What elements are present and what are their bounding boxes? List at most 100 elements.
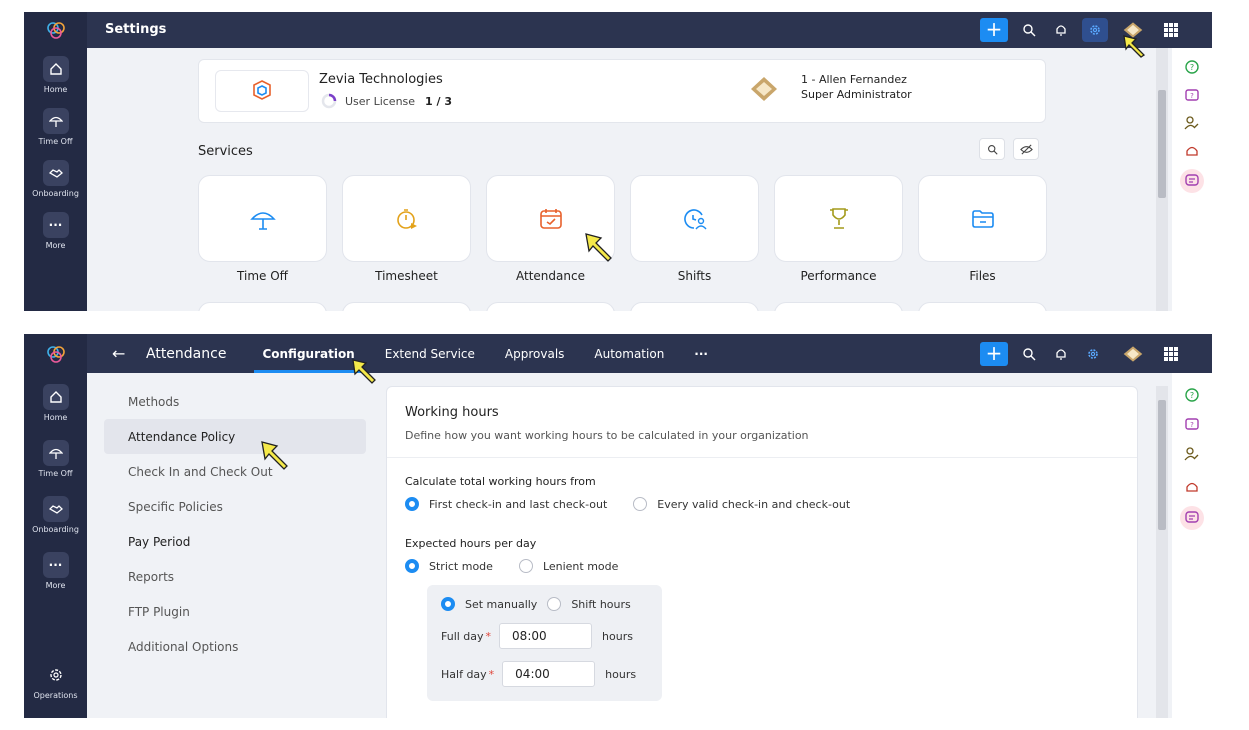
settings-screenshot: Home Time Off Onboarding ··· More Settin… bbox=[24, 12, 1212, 311]
service-tile[interactable] bbox=[918, 302, 1047, 311]
more-dots-icon: ··· bbox=[42, 212, 69, 238]
rail-item-time-off[interactable]: Time Off bbox=[24, 108, 87, 146]
add-button[interactable]: + bbox=[980, 18, 1008, 42]
radio-lenient-mode[interactable] bbox=[518, 559, 533, 573]
license-count: 1 / 3 bbox=[425, 94, 453, 108]
rail-item-time-off[interactable]: Time Off bbox=[24, 440, 87, 478]
clock-user-icon bbox=[683, 208, 707, 229]
working-hours-card: Working hours Define how you want workin… bbox=[386, 386, 1138, 718]
tab-approvals[interactable]: Approvals bbox=[505, 334, 565, 373]
faq-icon[interactable]: ? bbox=[1182, 85, 1202, 105]
expected-label: Expected hours per day bbox=[405, 537, 537, 550]
gear-icon[interactable] bbox=[1082, 343, 1104, 365]
rail-item-operations[interactable]: Operations bbox=[24, 662, 87, 700]
menu-item-specific-policies[interactable]: Specific Policies bbox=[104, 489, 366, 524]
help-icon[interactable]: ? bbox=[1182, 385, 1202, 405]
full-day-input[interactable]: 08:00 bbox=[499, 623, 593, 649]
section-title: Working hours bbox=[405, 405, 499, 420]
calc-options: First check-in and last check-out Every … bbox=[405, 497, 850, 511]
company-logo-icon[interactable] bbox=[1122, 343, 1144, 365]
menu-item-attendance-policy[interactable]: Attendance Policy bbox=[104, 419, 366, 454]
left-rail: Home Time Off Onboarding ··· More bbox=[24, 12, 87, 311]
services-heading: Services bbox=[198, 144, 253, 159]
radio-shift-hours[interactable] bbox=[547, 597, 562, 611]
operations-icon bbox=[43, 662, 69, 688]
bell-icon[interactable] bbox=[1050, 343, 1072, 365]
menu-item-methods[interactable]: Methods bbox=[104, 384, 366, 419]
service-tile-timesheet[interactable] bbox=[342, 175, 471, 262]
more-tabs-icon[interactable]: ··· bbox=[694, 334, 708, 373]
service-tile[interactable] bbox=[774, 302, 903, 311]
svg-text:?: ? bbox=[1190, 391, 1194, 400]
half-day-row: Half day * 04:00 hours bbox=[441, 661, 636, 687]
svg-text:?: ? bbox=[1190, 421, 1194, 429]
menu-item-check-in-out[interactable]: Check In and Check Out bbox=[104, 454, 366, 489]
divider bbox=[387, 457, 1137, 458]
rail-label: Onboarding bbox=[32, 189, 79, 198]
faq-icon[interactable]: ? bbox=[1182, 414, 1202, 434]
service-tile-shifts[interactable] bbox=[630, 175, 759, 262]
service-tile[interactable] bbox=[342, 302, 471, 311]
rail-item-home[interactable]: Home bbox=[24, 384, 87, 422]
search-icon[interactable] bbox=[979, 138, 1005, 160]
add-button[interactable]: + bbox=[980, 341, 1008, 366]
service-tile-time-off[interactable] bbox=[198, 175, 327, 262]
cursor-arrow-icon bbox=[1123, 35, 1146, 58]
scrollbar-thumb[interactable] bbox=[1158, 400, 1166, 530]
mode-options: Strict mode Lenient mode bbox=[405, 559, 618, 573]
chat-icon[interactable] bbox=[1180, 506, 1204, 530]
hours-source-options: Set manually Shift hours bbox=[441, 597, 631, 611]
handshake-icon bbox=[42, 160, 69, 186]
help-icon[interactable]: ? bbox=[1182, 57, 1202, 77]
hide-services-icon[interactable] bbox=[1013, 138, 1039, 160]
rail-item-home[interactable]: Home bbox=[24, 56, 87, 94]
radio-label: First check-in and last check-out bbox=[429, 497, 608, 511]
scrollbar[interactable] bbox=[1156, 48, 1168, 311]
radio-first-last[interactable] bbox=[405, 497, 419, 511]
radio-label: Every valid check-in and check-out bbox=[657, 497, 851, 511]
app-logo-icon[interactable] bbox=[24, 12, 87, 48]
menu-item-reports[interactable]: Reports bbox=[104, 559, 366, 594]
half-day-input[interactable]: 04:00 bbox=[502, 661, 596, 687]
scrollbar[interactable] bbox=[1156, 386, 1168, 718]
rail-item-onboarding[interactable]: Onboarding bbox=[24, 160, 87, 198]
user-edit-icon[interactable] bbox=[1182, 444, 1202, 464]
hours-settings-box: Set manually Shift hours Full day * 08:0… bbox=[427, 585, 662, 701]
menu-item-ftp-plugin[interactable]: FTP Plugin bbox=[104, 594, 366, 629]
app-logo-icon[interactable] bbox=[24, 334, 87, 373]
alert-icon[interactable] bbox=[1182, 141, 1202, 161]
rail-label: Time Off bbox=[38, 469, 73, 478]
chat-icon[interactable] bbox=[1180, 169, 1204, 193]
handshake-icon bbox=[42, 496, 69, 522]
rail-label: Home bbox=[43, 413, 68, 422]
menu-item-additional-options[interactable]: Additional Options bbox=[104, 629, 366, 664]
rail-item-more[interactable]: ··· More bbox=[24, 552, 87, 590]
radio-strict-mode[interactable] bbox=[405, 559, 419, 573]
service-tile-files[interactable] bbox=[918, 175, 1047, 262]
service-tile-performance[interactable] bbox=[774, 175, 903, 262]
radio-every-valid[interactable] bbox=[633, 497, 648, 511]
menu-item-pay-period[interactable]: Pay Period bbox=[104, 524, 366, 559]
rail-item-onboarding[interactable]: Onboarding bbox=[24, 496, 87, 534]
tab-automation[interactable]: Automation bbox=[594, 334, 664, 373]
umbrella-icon bbox=[42, 108, 69, 134]
rail-item-more[interactable]: ··· More bbox=[24, 212, 87, 250]
gear-icon[interactable] bbox=[1082, 18, 1108, 42]
calc-label: Calculate total working hours from bbox=[405, 475, 596, 488]
apps-grid-icon[interactable] bbox=[1160, 19, 1182, 41]
search-icon[interactable] bbox=[1018, 343, 1040, 365]
alert-icon[interactable] bbox=[1182, 477, 1202, 497]
service-tile[interactable] bbox=[486, 302, 615, 311]
user-edit-icon[interactable] bbox=[1182, 113, 1202, 133]
back-arrow-icon[interactable]: ← bbox=[112, 344, 125, 363]
search-icon[interactable] bbox=[1018, 19, 1040, 41]
service-tile[interactable] bbox=[198, 302, 327, 311]
tab-extend-service[interactable]: Extend Service bbox=[385, 334, 475, 373]
home-icon bbox=[42, 384, 69, 410]
bell-icon[interactable] bbox=[1050, 19, 1072, 41]
scrollbar-thumb[interactable] bbox=[1158, 90, 1166, 198]
apps-grid-icon[interactable] bbox=[1160, 343, 1182, 365]
service-tile[interactable] bbox=[630, 302, 759, 311]
tab-configuration[interactable]: Configuration bbox=[254, 334, 364, 373]
radio-set-manually[interactable] bbox=[441, 597, 455, 611]
